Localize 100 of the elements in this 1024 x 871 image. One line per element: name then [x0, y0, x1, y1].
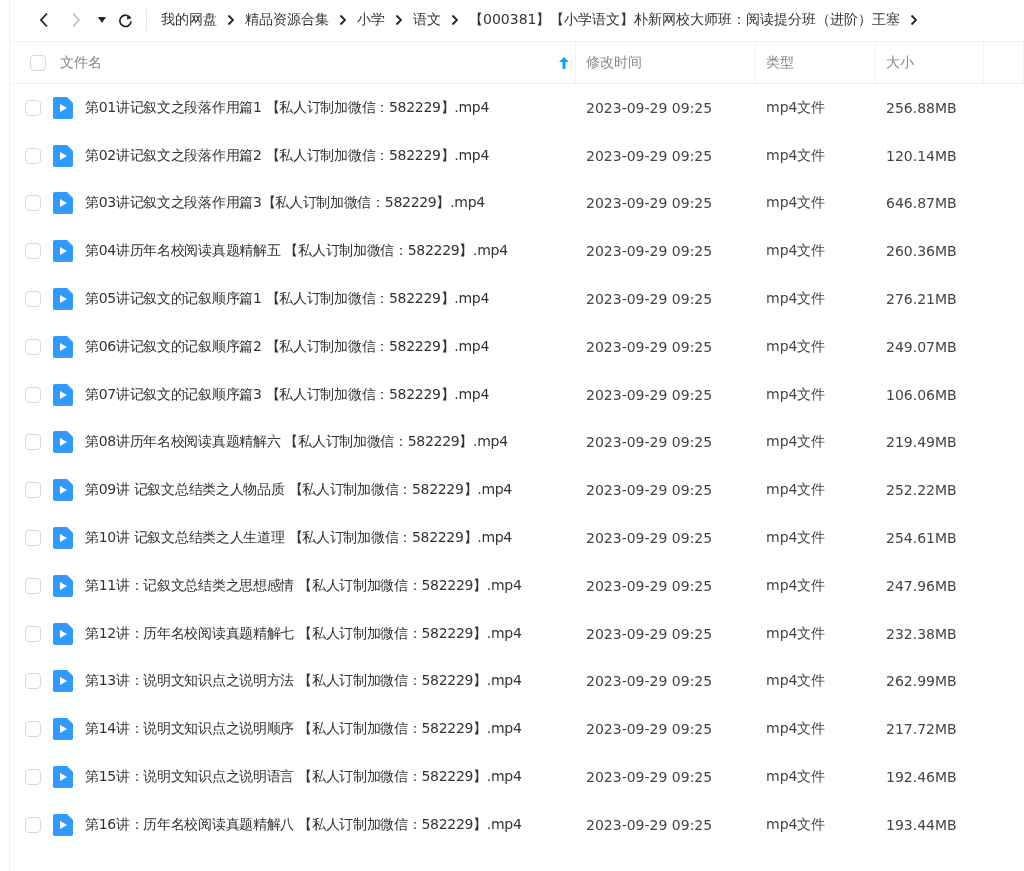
file-name[interactable]: 第02讲记叙文之段落作用篇2 【私人订制加微信：582229】.mp4	[85, 146, 489, 165]
file-size: 646.87MB	[885, 195, 958, 212]
file-name[interactable]: 第11讲：记叙文总结类之思想感情 【私人订制加微信：582229】.mp4	[85, 576, 522, 595]
row-checkbox[interactable]	[25, 625, 41, 642]
file-name[interactable]: 第15讲：说明文知识点之说明语言 【私人订制加微信：582229】.mp4	[85, 768, 522, 787]
row-checkbox[interactable]	[25, 434, 41, 451]
file-name[interactable]: 第07讲记叙文的记叙顺序篇3 【私人订制加微信：582229】.mp4	[85, 385, 489, 404]
video-file-icon	[53, 479, 73, 502]
forward-icon[interactable]	[71, 12, 81, 28]
video-file-icon	[53, 240, 73, 263]
file-name[interactable]: 第01讲记叙文之段落作用篇1 【私人订制加微信：582229】.mp4	[85, 98, 489, 117]
row-checkbox[interactable]	[25, 147, 41, 164]
modified-time: 2023-09-29 09:25	[585, 769, 714, 786]
modified-time: 2023-09-29 09:25	[585, 482, 714, 499]
video-file-icon	[53, 144, 73, 167]
chevron-icon	[395, 14, 403, 26]
file-type: mp4文件	[765, 146, 827, 165]
modified-time: 2023-09-29 09:25	[585, 434, 714, 451]
row-checkbox[interactable]	[25, 816, 41, 833]
file-name[interactable]: 第06讲记叙文的记叙顺序篇2 【私人订制加微信：582229】.mp4	[85, 337, 489, 356]
file-name[interactable]: 第05讲记叙文的记叙顺序篇1 【私人订制加微信：582229】.mp4	[85, 290, 489, 309]
breadcrumb-link[interactable]: 我的网盘	[161, 11, 217, 29]
row-checkbox[interactable]	[25, 243, 41, 260]
modified-time: 2023-09-29 09:25	[585, 386, 714, 403]
breadcrumb-link[interactable]: 语文	[413, 11, 441, 29]
file-size: 120.14MB	[885, 147, 958, 164]
row-checkbox[interactable]	[25, 482, 41, 499]
file-name[interactable]: 第03讲记叙文之段落作用篇3【私人订制加微信：582229】.mp4	[85, 194, 485, 213]
modified-time: 2023-09-29 09:25	[585, 338, 714, 355]
file-size: 219.49MB	[885, 434, 958, 451]
file-type: mp4文件	[765, 481, 827, 500]
breadcrumb-link[interactable]: 精品资源合集	[245, 11, 329, 29]
modified-time: 2023-09-29 09:25	[585, 721, 714, 738]
chevron-icon	[910, 14, 919, 26]
modified-time: 2023-09-29 09:25	[585, 195, 714, 212]
breadcrumb-link[interactable]: 小学	[357, 11, 385, 29]
file-type: mp4文件	[765, 576, 827, 595]
file-type: mp4文件	[765, 98, 827, 117]
file-size: 192.46MB	[885, 769, 958, 786]
file-size: 232.38MB	[885, 625, 958, 642]
row-checkbox[interactable]	[25, 195, 41, 212]
file-type: mp4文件	[765, 720, 827, 739]
file-name[interactable]: 第12讲：历年名校阅读真题精解七 【私人订制加微信：582229】.mp4	[85, 624, 522, 643]
file-size: 254.61MB	[885, 530, 958, 547]
file-name[interactable]: 第10讲 记叙文总结类之人生道理 【私人订制加微信：582229】.mp4	[85, 529, 512, 548]
row-checkbox[interactable]	[25, 530, 41, 547]
row-checkbox[interactable]	[25, 769, 41, 786]
file-name[interactable]: 第13讲：说明文知识点之说明方法 【私人订制加微信：582229】.mp4	[85, 672, 522, 691]
column-header[interactable]: 文件名	[60, 53, 545, 72]
row-checkbox[interactable]	[25, 338, 41, 355]
file-type: mp4文件	[765, 815, 827, 834]
back-icon[interactable]	[39, 12, 49, 28]
file-size: 276.21MB	[885, 291, 958, 308]
file-size: 247.96MB	[885, 577, 958, 594]
video-file-icon	[53, 718, 73, 741]
row-checkbox[interactable]	[25, 577, 41, 594]
file-name[interactable]: 第04讲历年名校阅读真题精解五 【私人订制加微信：582229】.mp4	[85, 242, 508, 261]
file-type: mp4文件	[765, 385, 827, 404]
modified-time: 2023-09-29 09:25	[585, 625, 714, 642]
chevron-icon	[227, 14, 235, 26]
modified-time: 2023-09-29 09:25	[585, 816, 714, 833]
modified-time: 2023-09-29 09:25	[585, 147, 714, 164]
file-type: mp4文件	[765, 337, 827, 356]
file-type: mp4文件	[765, 624, 827, 643]
file-type: mp4文件	[765, 433, 827, 452]
file-type: mp4文件	[765, 194, 827, 213]
video-file-icon	[53, 288, 73, 311]
row-checkbox[interactable]	[25, 721, 41, 738]
modified-time: 2023-09-29 09:25	[585, 530, 714, 547]
file-name[interactable]: 第08讲历年名校阅读真题精解六 【私人订制加微信：582229】.mp4	[85, 433, 508, 452]
column-header[interactable]: 大小	[886, 53, 983, 72]
file-type: mp4文件	[765, 529, 827, 548]
row-checkbox[interactable]	[25, 386, 41, 403]
modified-time: 2023-09-29 09:25	[585, 291, 714, 308]
column-header[interactable]: 类型	[766, 53, 875, 72]
video-file-icon	[53, 192, 73, 215]
refresh-icon[interactable]	[117, 12, 133, 28]
file-size: 249.07MB	[885, 338, 958, 355]
row-checkbox[interactable]	[25, 673, 41, 690]
file-size: 262.99MB	[885, 673, 958, 690]
file-size: 256.88MB	[885, 99, 958, 116]
file-name[interactable]: 第14讲：说明文知识点之说明顺序 【私人订制加微信：582229】.mp4	[85, 720, 522, 739]
column-header[interactable]: 修改时间	[586, 53, 755, 72]
modified-time: 2023-09-29 09:25	[585, 673, 714, 690]
video-file-icon	[53, 574, 73, 597]
file-name[interactable]: 第09讲 记叙文总结类之人物品质 【私人订制加微信：582229】.mp4	[85, 481, 512, 500]
modified-time: 2023-09-29 09:25	[585, 243, 714, 260]
file-type: mp4文件	[765, 768, 827, 787]
file-size: 106.06MB	[885, 386, 958, 403]
select-all-checkbox[interactable]	[30, 54, 46, 71]
file-type: mp4文件	[765, 242, 827, 261]
video-file-icon	[53, 431, 73, 454]
chevron-icon	[339, 14, 347, 26]
breadcrumb-link[interactable]: 【000381】【小学语文】朴新网校大师班：阅读提分班（进阶）王塞	[469, 11, 901, 29]
row-checkbox[interactable]	[25, 291, 41, 308]
row-checkbox[interactable]	[25, 99, 41, 116]
chevron-icon	[451, 14, 459, 26]
dropdown-caret-icon[interactable]	[98, 17, 106, 23]
file-name[interactable]: 第16讲：历年名校阅读真题精解八 【私人订制加微信：582229】.mp4	[85, 815, 522, 834]
file-type: mp4文件	[765, 672, 827, 691]
